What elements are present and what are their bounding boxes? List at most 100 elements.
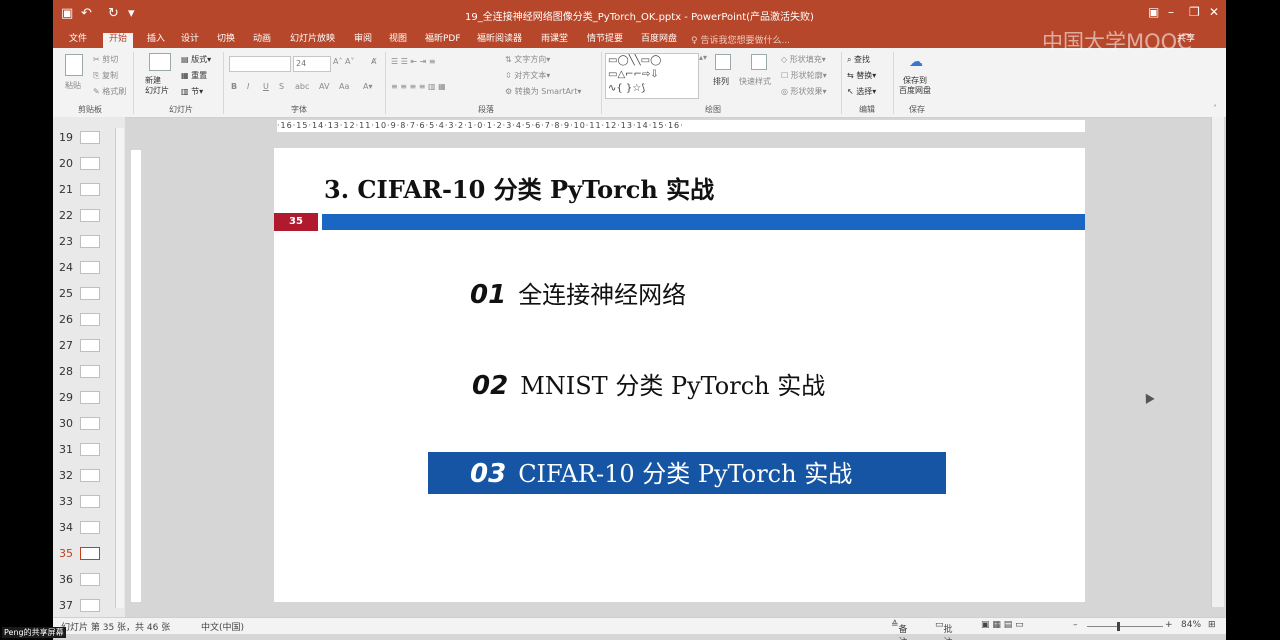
bullets-icon[interactable]: ☰ ☰ ⇤ ⇥ ≡ xyxy=(391,57,436,66)
slide-title[interactable]: 3. CIFAR-10 分类 PyTorch 实战 xyxy=(324,170,714,205)
underline-icon[interactable]: U xyxy=(263,82,269,91)
thumbnail-number: 33 xyxy=(59,495,73,508)
tab-transitions[interactable]: 切换 xyxy=(211,33,241,48)
shape-fill-button[interactable]: ◇ 形状填充▾ xyxy=(781,54,826,65)
paste-button[interactable]: 粘贴 xyxy=(65,80,81,91)
fit-to-window-icon[interactable]: ⊞ xyxy=(1208,620,1216,630)
select-button[interactable]: ↖ 选择▾ xyxy=(847,86,876,97)
baidu-netdisk-icon[interactable]: ☁ xyxy=(909,54,923,70)
quick-styles-button[interactable]: 快速样式 xyxy=(739,76,771,87)
zoom-in-icon[interactable]: + xyxy=(1165,620,1173,630)
format-painter-button[interactable]: ✎ 格式刷 xyxy=(93,86,126,97)
find-button[interactable]: ⌕ 查找 xyxy=(847,54,870,65)
bold-icon[interactable]: B xyxy=(231,82,237,91)
clear-format-icon[interactable]: Ⱥ xyxy=(371,57,376,66)
paste-icon[interactable] xyxy=(65,54,83,76)
font-size-input[interactable]: 24 xyxy=(293,56,331,72)
tab-rain-classroom[interactable]: 雨课堂 xyxy=(535,33,574,48)
slide-scrollbar[interactable] xyxy=(1211,117,1224,607)
font-name-input[interactable] xyxy=(229,56,291,72)
tab-view[interactable]: 视图 xyxy=(383,33,413,48)
quick-styles-icon[interactable] xyxy=(751,54,767,70)
change-case-icon[interactable]: Aa xyxy=(339,82,349,91)
view-buttons[interactable]: ▣ ▦ ▤ ▭ xyxy=(981,620,1024,630)
thumbnail-number: 34 xyxy=(59,521,73,534)
arrange-button[interactable]: 排列 xyxy=(713,76,729,87)
slide-canvas[interactable]: 3. CIFAR-10 分类 PyTorch 实战 35 01 全连接神经网络 0… xyxy=(274,148,1085,602)
tell-me-search[interactable]: ♀ 告诉我您想要做什么... xyxy=(691,33,790,46)
new-slide-button[interactable]: 新建 幻灯片 xyxy=(145,76,169,96)
agenda-number: 01 xyxy=(470,280,507,310)
reset-button[interactable]: ▦ 重置 xyxy=(181,70,207,81)
layout-button[interactable]: ▤ 版式▾ xyxy=(181,54,211,65)
tab-storyboard[interactable]: 情节提要 xyxy=(581,33,629,48)
vertical-ruler[interactable] xyxy=(131,150,141,602)
thumbnail-number: 25 xyxy=(59,287,73,300)
notes-button[interactable]: ≙ 备注 xyxy=(891,620,908,640)
text-direction-button[interactable]: ⇅ 文字方向▾ xyxy=(505,54,550,65)
agenda-text: 全连接神经网络 xyxy=(518,281,687,309)
paragraph-group-label: 段落 xyxy=(478,105,494,114)
save-to-netdisk-button[interactable]: 保存到 百度网盘 xyxy=(899,76,931,96)
italic-icon[interactable]: I xyxy=(247,82,249,91)
tab-foxit-reader[interactable]: 福昕阅读器 xyxy=(471,33,528,48)
zoom-slider-thumb[interactable] xyxy=(1117,622,1120,631)
horizontal-ruler[interactable]: ·16·15·14·13·12·11·10·9·8·7·6·5·4·3·2·1·… xyxy=(277,120,1085,132)
agenda-item-1[interactable]: 01 全连接神经网络 xyxy=(470,275,686,310)
shape-outline-button[interactable]: ☐ 形状轮廓▾ xyxy=(781,70,827,81)
tab-slideshow[interactable]: 幻灯片放映 xyxy=(284,33,341,48)
cut-button[interactable]: ✂ 剪切 xyxy=(93,54,118,65)
shape-fill-label: 形状填充 xyxy=(789,55,822,64)
title-underline-bar xyxy=(322,214,1085,230)
agenda-item-3[interactable]: 03 CIFAR-10 分类 PyTorch 实战 xyxy=(470,454,852,489)
tab-home[interactable]: 开始 xyxy=(103,33,134,48)
tab-animations[interactable]: 动画 xyxy=(247,33,277,48)
align-icons[interactable]: ≡ ≡ ≡ ≡ ▥ ▦ xyxy=(391,82,446,91)
comments-button[interactable]: ▭ 批注 xyxy=(935,620,953,640)
text-direction-label: 文字方向 xyxy=(514,55,547,64)
thumbnail-scrollbar[interactable] xyxy=(115,128,124,608)
zoom-level[interactable]: 84% xyxy=(1181,620,1201,630)
thumbnail-number: 21 xyxy=(59,183,73,196)
ribbon-display-icon[interactable]: ▣ xyxy=(1148,5,1159,19)
zoom-slider[interactable] xyxy=(1087,626,1163,627)
arrange-icon[interactable] xyxy=(715,54,731,70)
copy-button[interactable]: ⎘ 复制 xyxy=(93,70,118,81)
new-slide-icon[interactable] xyxy=(149,53,171,71)
agenda-item-2[interactable]: 02 MNIST 分类 PyTorch 实战 xyxy=(472,366,825,401)
grow-font-icon[interactable]: A˄ A˅ xyxy=(333,57,355,66)
tab-file[interactable]: 文件 xyxy=(63,33,93,48)
smartart-button[interactable]: ⚙ 转换为 SmartArt▾ xyxy=(505,86,581,97)
agenda-number: 02 xyxy=(472,371,509,401)
thumbnail-number: 29 xyxy=(59,391,73,404)
thumbnail-number: 36 xyxy=(59,573,73,586)
tab-insert[interactable]: 插入 xyxy=(141,33,171,48)
group-divider xyxy=(385,52,386,114)
char-spacing-icon[interactable]: AV xyxy=(319,82,329,91)
shape-effects-button[interactable]: ◎ 形状效果▾ xyxy=(781,86,827,97)
tab-review[interactable]: 审阅 xyxy=(348,33,378,48)
tab-foxit-pdf[interactable]: 福昕PDF xyxy=(419,33,467,48)
thumbnail-image xyxy=(80,365,100,378)
thumbnail-image xyxy=(80,547,100,560)
strikethrough-icon[interactable]: abc xyxy=(295,82,309,91)
shapes-more-icon[interactable]: ▴▾ xyxy=(699,53,707,62)
font-color-icon[interactable]: A▾ xyxy=(363,82,373,91)
replace-button[interactable]: ⇆ 替换▾ xyxy=(847,70,876,81)
restore-icon[interactable]: ❐ xyxy=(1189,5,1200,19)
save-group-label: 保存 xyxy=(909,105,925,114)
close-icon[interactable]: ✕ xyxy=(1209,5,1219,19)
clipboard-group-label: 剪贴板 xyxy=(78,105,102,114)
language-indicator[interactable]: 中文(中国) xyxy=(201,620,244,633)
slides-group-label: 幻灯片 xyxy=(169,105,193,114)
collapse-ribbon-icon[interactable]: ˄ xyxy=(1213,104,1217,113)
shadow-icon[interactable]: S xyxy=(279,82,284,91)
shapes-gallery[interactable]: ▭◯╲╲▭◯ ▭△⌐⌐⇨⇩ ∿{ }☆⟆ xyxy=(605,53,699,99)
tab-design[interactable]: 设计 xyxy=(175,33,205,48)
zoom-out-icon[interactable]: – xyxy=(1073,620,1078,630)
tab-baidu-netdisk[interactable]: 百度网盘 xyxy=(635,33,683,48)
section-button[interactable]: ▥ 节▾ xyxy=(181,86,203,97)
status-bar: 幻灯片 第 35 张，共 46 张 中文(中国) ≙ 备注 ▭ 批注 ▣ ▦ ▤… xyxy=(53,617,1226,640)
align-text-button[interactable]: ⇳ 对齐文本▾ xyxy=(505,70,550,81)
minimize-icon[interactable]: – xyxy=(1168,5,1174,19)
